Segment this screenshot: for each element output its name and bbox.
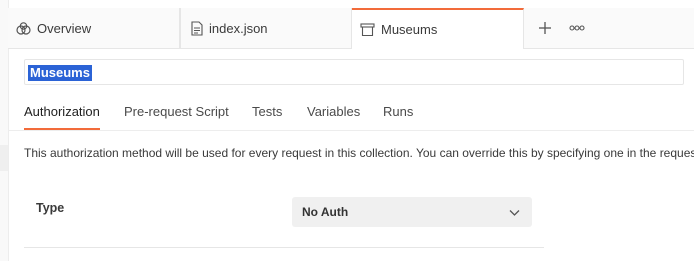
tab-index-json[interactable]: index.json — [180, 8, 352, 48]
subtab-authorization[interactable]: Authorization — [24, 104, 100, 130]
collection-subtabs: Authorization Pre-request Script Tests V… — [8, 96, 694, 131]
tab-actions — [532, 8, 596, 48]
tab-overview-label: Overview — [37, 20, 92, 36]
overview-icon — [16, 21, 31, 35]
tab-museums[interactable]: Museums — [352, 8, 524, 49]
collection-icon — [360, 22, 375, 37]
collection-name-field[interactable]: Museums — [24, 59, 684, 85]
add-tab-button[interactable] — [532, 15, 558, 41]
auth-type-value: No Auth — [302, 205, 349, 219]
file-icon — [191, 20, 203, 36]
auth-type-select[interactable]: No Auth — [292, 197, 532, 227]
authorization-description: This authorization method will be used f… — [24, 146, 694, 160]
auth-type-label: Type — [36, 201, 65, 215]
subtab-runs[interactable]: Runs — [383, 104, 413, 130]
collection-name-text: Museums — [28, 65, 92, 81]
tab-bar: Overview index.json Museums — [8, 8, 694, 49]
tab-index-json-label: index.json — [209, 20, 268, 36]
left-rail-marker — [0, 145, 8, 171]
section-divider — [24, 247, 544, 248]
subtab-tests[interactable]: Tests — [252, 104, 282, 130]
tab-overview[interactable]: Overview — [8, 8, 180, 48]
chevron-down-icon — [509, 206, 520, 220]
more-horizontal-icon — [569, 25, 585, 31]
tab-museums-label: Museums — [381, 22, 438, 37]
subtab-pre-request-script[interactable]: Pre-request Script — [124, 104, 229, 130]
subtab-variables[interactable]: Variables — [307, 104, 360, 130]
plus-icon — [539, 22, 551, 34]
more-tabs-button[interactable] — [564, 15, 590, 41]
